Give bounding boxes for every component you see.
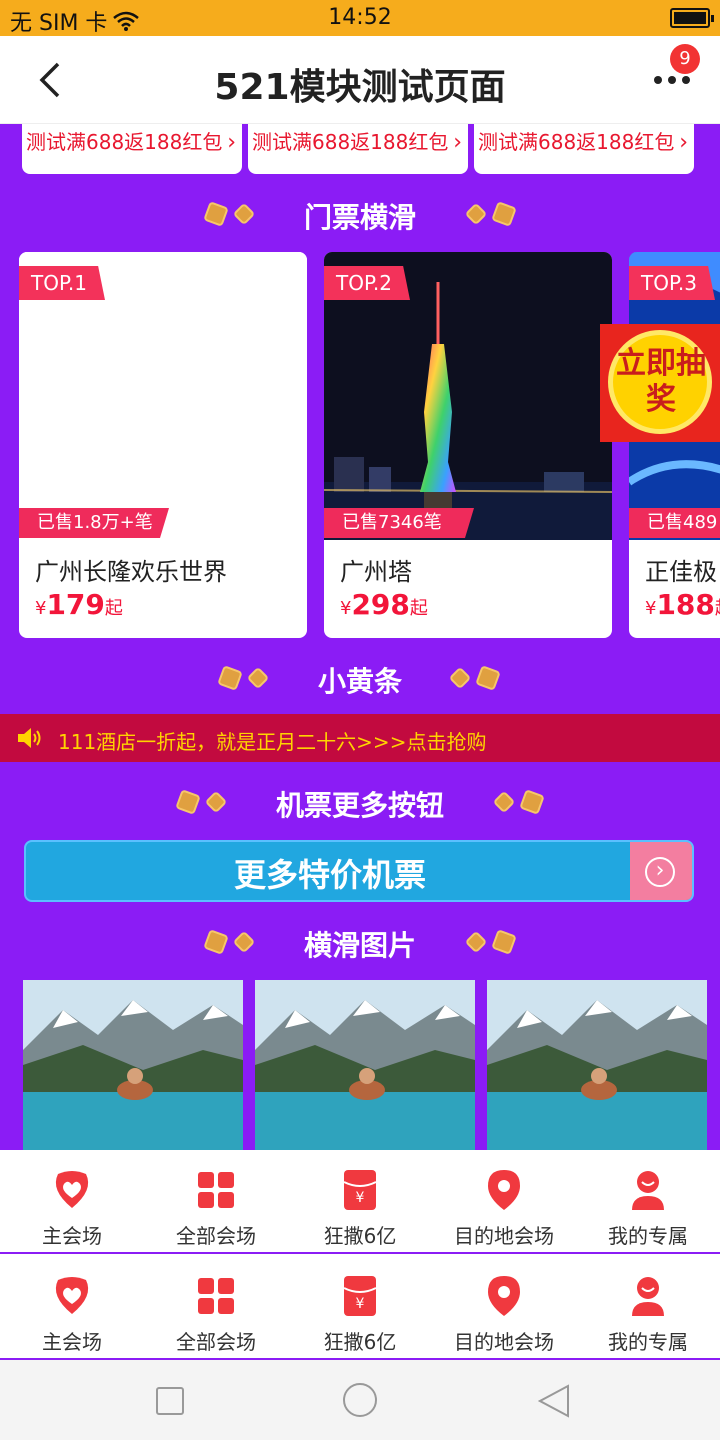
chevron-right-icon: › (679, 130, 688, 155)
recent-apps-icon[interactable] (155, 1386, 185, 1416)
section-title: 机票更多按钮 (275, 789, 444, 822)
price-suffix: 起 (715, 598, 720, 619)
section-title: 小黄条 (317, 665, 402, 698)
sold-count: 已售489 (629, 508, 720, 538)
coupon-text: 测试满688返188红包 (252, 130, 449, 154)
tab-destination[interactable]: 目的地会场 (432, 1150, 576, 1254)
ticket-price: ¥188起 (645, 588, 720, 621)
price-value: 179 (46, 588, 105, 621)
section-header-flight: 机票更多按钮 (0, 782, 720, 822)
back-triangle-icon[interactable] (538, 1384, 570, 1418)
status-bar: 无 SIM 卡 14:52 (0, 0, 720, 36)
tab-main-venue[interactable]: 主会场 (0, 1256, 144, 1360)
tab-label: 目的地会场 (454, 1224, 554, 1248)
price-suffix: 起 (409, 598, 428, 619)
currency-symbol: ¥ (645, 598, 657, 619)
ticket-name: 广州塔 (340, 558, 412, 586)
system-nav-bar (0, 1360, 720, 1440)
page-title: 521模块测试页面 (214, 67, 506, 108)
tab-all-venues[interactable]: 全部会场 (144, 1150, 288, 1254)
section-header-yellow-bar: 小黄条 (0, 658, 720, 698)
svg-text:¥: ¥ (356, 1296, 365, 1312)
ticket-card[interactable]: TOP.3 已售489 正佳极 ¥188起 (629, 252, 720, 638)
lottery-label: 立即抽奖 (616, 346, 706, 417)
heart-icon (55, 1277, 89, 1314)
ticket-card[interactable]: TOP.1 已售1.8万+笔 广州长隆欢乐世界 ¥179起 (19, 252, 307, 638)
sold-count: 已售7346笔 (324, 508, 474, 538)
gallery-image[interactable] (23, 980, 243, 1150)
section-header-tickets: 门票横滑 (0, 194, 720, 234)
tab-label: 全部会场 (176, 1330, 256, 1354)
chevron-right-icon: › (453, 130, 462, 155)
title-bar: 521模块测试页面 9 (0, 36, 720, 124)
section-title: 横滑图片 (303, 929, 416, 962)
go-arrow: › (630, 842, 692, 900)
ticket-card[interactable]: TOP.2 已售7346笔 广州塔 ¥298起 (324, 252, 612, 638)
section-title: 门票横滑 (303, 201, 416, 234)
chevron-right-icon: › (227, 130, 236, 155)
battery-icon (670, 8, 714, 28)
lottery-button[interactable]: 立即抽奖 (600, 324, 720, 442)
tab-bar: 主会场 全部会场 ¥ 狂撒6亿 目的地会场 我的专属 (0, 1256, 720, 1360)
notice-bar[interactable]: 111酒店一折起，就是正月二十六>>>点击抢购 (0, 714, 720, 762)
chevron-right-circle-icon: › (645, 857, 675, 887)
tab-label: 我的专属 (608, 1224, 688, 1248)
ticket-name: 正佳极 (645, 558, 717, 586)
red-envelope-icon: ¥ (343, 1276, 377, 1316)
ticket-price: ¥179起 (35, 588, 123, 621)
tab-bar: 主会场 全部会场 ¥ 狂撒6亿 目的地会场 我的专属 (0, 1150, 720, 1254)
section-header-pictures: 横滑图片 (0, 922, 720, 962)
price-suffix: 起 (104, 598, 123, 619)
price-value: 188 (656, 588, 715, 621)
more-flights-button[interactable]: 更多特价机票 › (24, 840, 694, 902)
gallery-image[interactable] (487, 980, 707, 1150)
heart-icon (55, 1171, 89, 1208)
coupon-text: 测试满688返188红包 (478, 130, 675, 154)
location-pin-icon (488, 1170, 520, 1210)
tab-label: 主会场 (42, 1224, 102, 1248)
tab-label: 狂撒6亿 (323, 1224, 397, 1248)
more-flights-label: 更多特价机票 (233, 856, 426, 894)
tab-destination[interactable]: 目的地会场 (432, 1256, 576, 1360)
red-envelope-icon: ¥ (343, 1170, 377, 1210)
notification-badge: 9 (670, 44, 700, 74)
tab-red-envelope[interactable]: ¥ 狂撒6亿 (288, 1256, 432, 1360)
tab-my-exclusive[interactable]: 我的专属 (576, 1150, 720, 1254)
content-area: 测试满688返188红包 › 测试满688返188红包 › 测试满688返188红包… (0, 124, 720, 1150)
sold-count: 已售1.8万+笔 (19, 508, 169, 538)
tab-all-venues[interactable]: 全部会场 (144, 1256, 288, 1360)
location-pin-icon (488, 1276, 520, 1316)
tab-label: 目的地会场 (454, 1330, 554, 1354)
tab-my-exclusive[interactable]: 我的专属 (576, 1256, 720, 1360)
coupon-card[interactable]: 测试满688返188红包 › (22, 124, 242, 174)
gallery-image[interactable] (255, 980, 475, 1150)
grid-icon (198, 1278, 234, 1314)
tab-label: 我的专属 (608, 1330, 688, 1354)
speaker-icon (18, 728, 41, 748)
currency-symbol: ¥ (35, 598, 47, 619)
ticket-name: 广州长隆欢乐世界 (35, 558, 227, 586)
rank-tag: TOP.3 (629, 266, 715, 300)
rank-tag: TOP.2 (324, 266, 410, 300)
coupon-text: 测试满688返188红包 (26, 130, 223, 154)
tab-label: 狂撒6亿 (323, 1330, 397, 1354)
notice-text: 111酒店一折起，就是正月二十六>>>点击抢购 (58, 730, 487, 754)
price-value: 298 (351, 588, 410, 621)
home-icon[interactable] (342, 1382, 378, 1418)
currency-symbol: ¥ (340, 598, 352, 619)
clock: 14:52 (328, 5, 392, 30)
grid-icon (198, 1172, 234, 1208)
user-icon (632, 1171, 664, 1210)
tab-bar-divider (0, 1252, 720, 1254)
coupon-card[interactable]: 测试满688返188红包 › (248, 124, 468, 174)
ticket-price: ¥298起 (340, 588, 428, 621)
rank-tag: TOP.1 (19, 266, 105, 300)
svg-text:¥: ¥ (356, 1190, 365, 1206)
tab-red-envelope[interactable]: ¥ 狂撒6亿 (288, 1150, 432, 1254)
tab-label: 主会场 (42, 1330, 102, 1354)
tab-main-venue[interactable]: 主会场 (0, 1150, 144, 1254)
tab-label: 全部会场 (176, 1224, 256, 1248)
coupon-card[interactable]: 测试满688返188红包 › (474, 124, 694, 174)
user-icon (632, 1277, 664, 1316)
